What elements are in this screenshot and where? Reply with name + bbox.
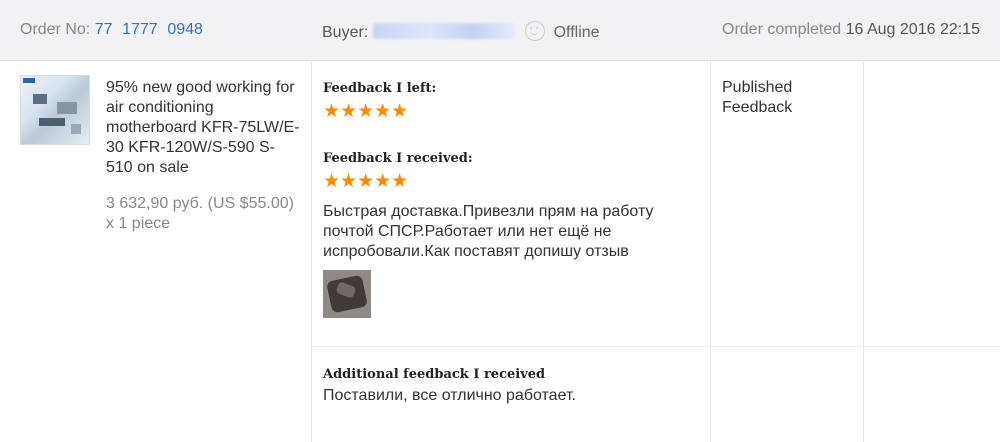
additional-feedback-label: Additional feedback I received bbox=[323, 367, 546, 382]
product-price: 3 632,90 руб. (US $55.00) bbox=[106, 195, 294, 212]
product-price-block: 3 632,90 руб. (US $55.00) x 1 piece bbox=[106, 194, 301, 234]
product-quantity: x 1 piece bbox=[106, 215, 171, 232]
order-number-label: Order No: bbox=[20, 21, 91, 38]
feedback-received-label: Feedback I received: bbox=[323, 151, 473, 166]
order-number-link[interactable]: 77 1777 0948 bbox=[95, 21, 203, 38]
published-feedback-status: Published Feedback bbox=[722, 78, 822, 118]
row-divider bbox=[311, 346, 1000, 347]
feedback-left-star-rating: ★★★★★ bbox=[323, 101, 409, 122]
product-thumbnail[interactable] bbox=[20, 75, 90, 145]
feedback-photo-thumbnail[interactable] bbox=[323, 270, 371, 318]
order-completed-label: Order completed bbox=[722, 21, 842, 38]
store-badge bbox=[23, 78, 35, 83]
column-divider bbox=[863, 61, 864, 442]
smiley-icon bbox=[525, 21, 546, 41]
product-title-link[interactable]: 95% new good working for air conditionin… bbox=[106, 78, 301, 178]
order-completed-date: 16 Aug 2016 22:15 bbox=[845, 21, 980, 38]
feedback-received-text: Быстрая доставка.Привезли прям на работу… bbox=[323, 203, 654, 260]
published-status-text: Published Feedback bbox=[722, 79, 793, 116]
buyer-label: Buyer: bbox=[322, 24, 369, 41]
order-completed-field: Order completed 16 Aug 2016 22:15 bbox=[722, 21, 980, 39]
feedback-received-star-rating: ★★★★★ bbox=[323, 171, 409, 192]
column-divider bbox=[710, 61, 711, 442]
column-divider bbox=[311, 61, 312, 442]
additional-feedback-text: Поставили, все отлично работает. bbox=[323, 387, 576, 404]
buyer-status: Offline bbox=[553, 24, 600, 41]
buyer-name-link[interactable] bbox=[372, 23, 515, 39]
feedback-left-label: Feedback I left: bbox=[323, 81, 437, 96]
order-header: Order No: 77 1777 0948 Buyer: Offline Or… bbox=[0, 0, 1000, 61]
order-number-field: Order No: 77 1777 0948 bbox=[20, 21, 203, 39]
buyer-field: Buyer: Offline bbox=[322, 21, 600, 42]
